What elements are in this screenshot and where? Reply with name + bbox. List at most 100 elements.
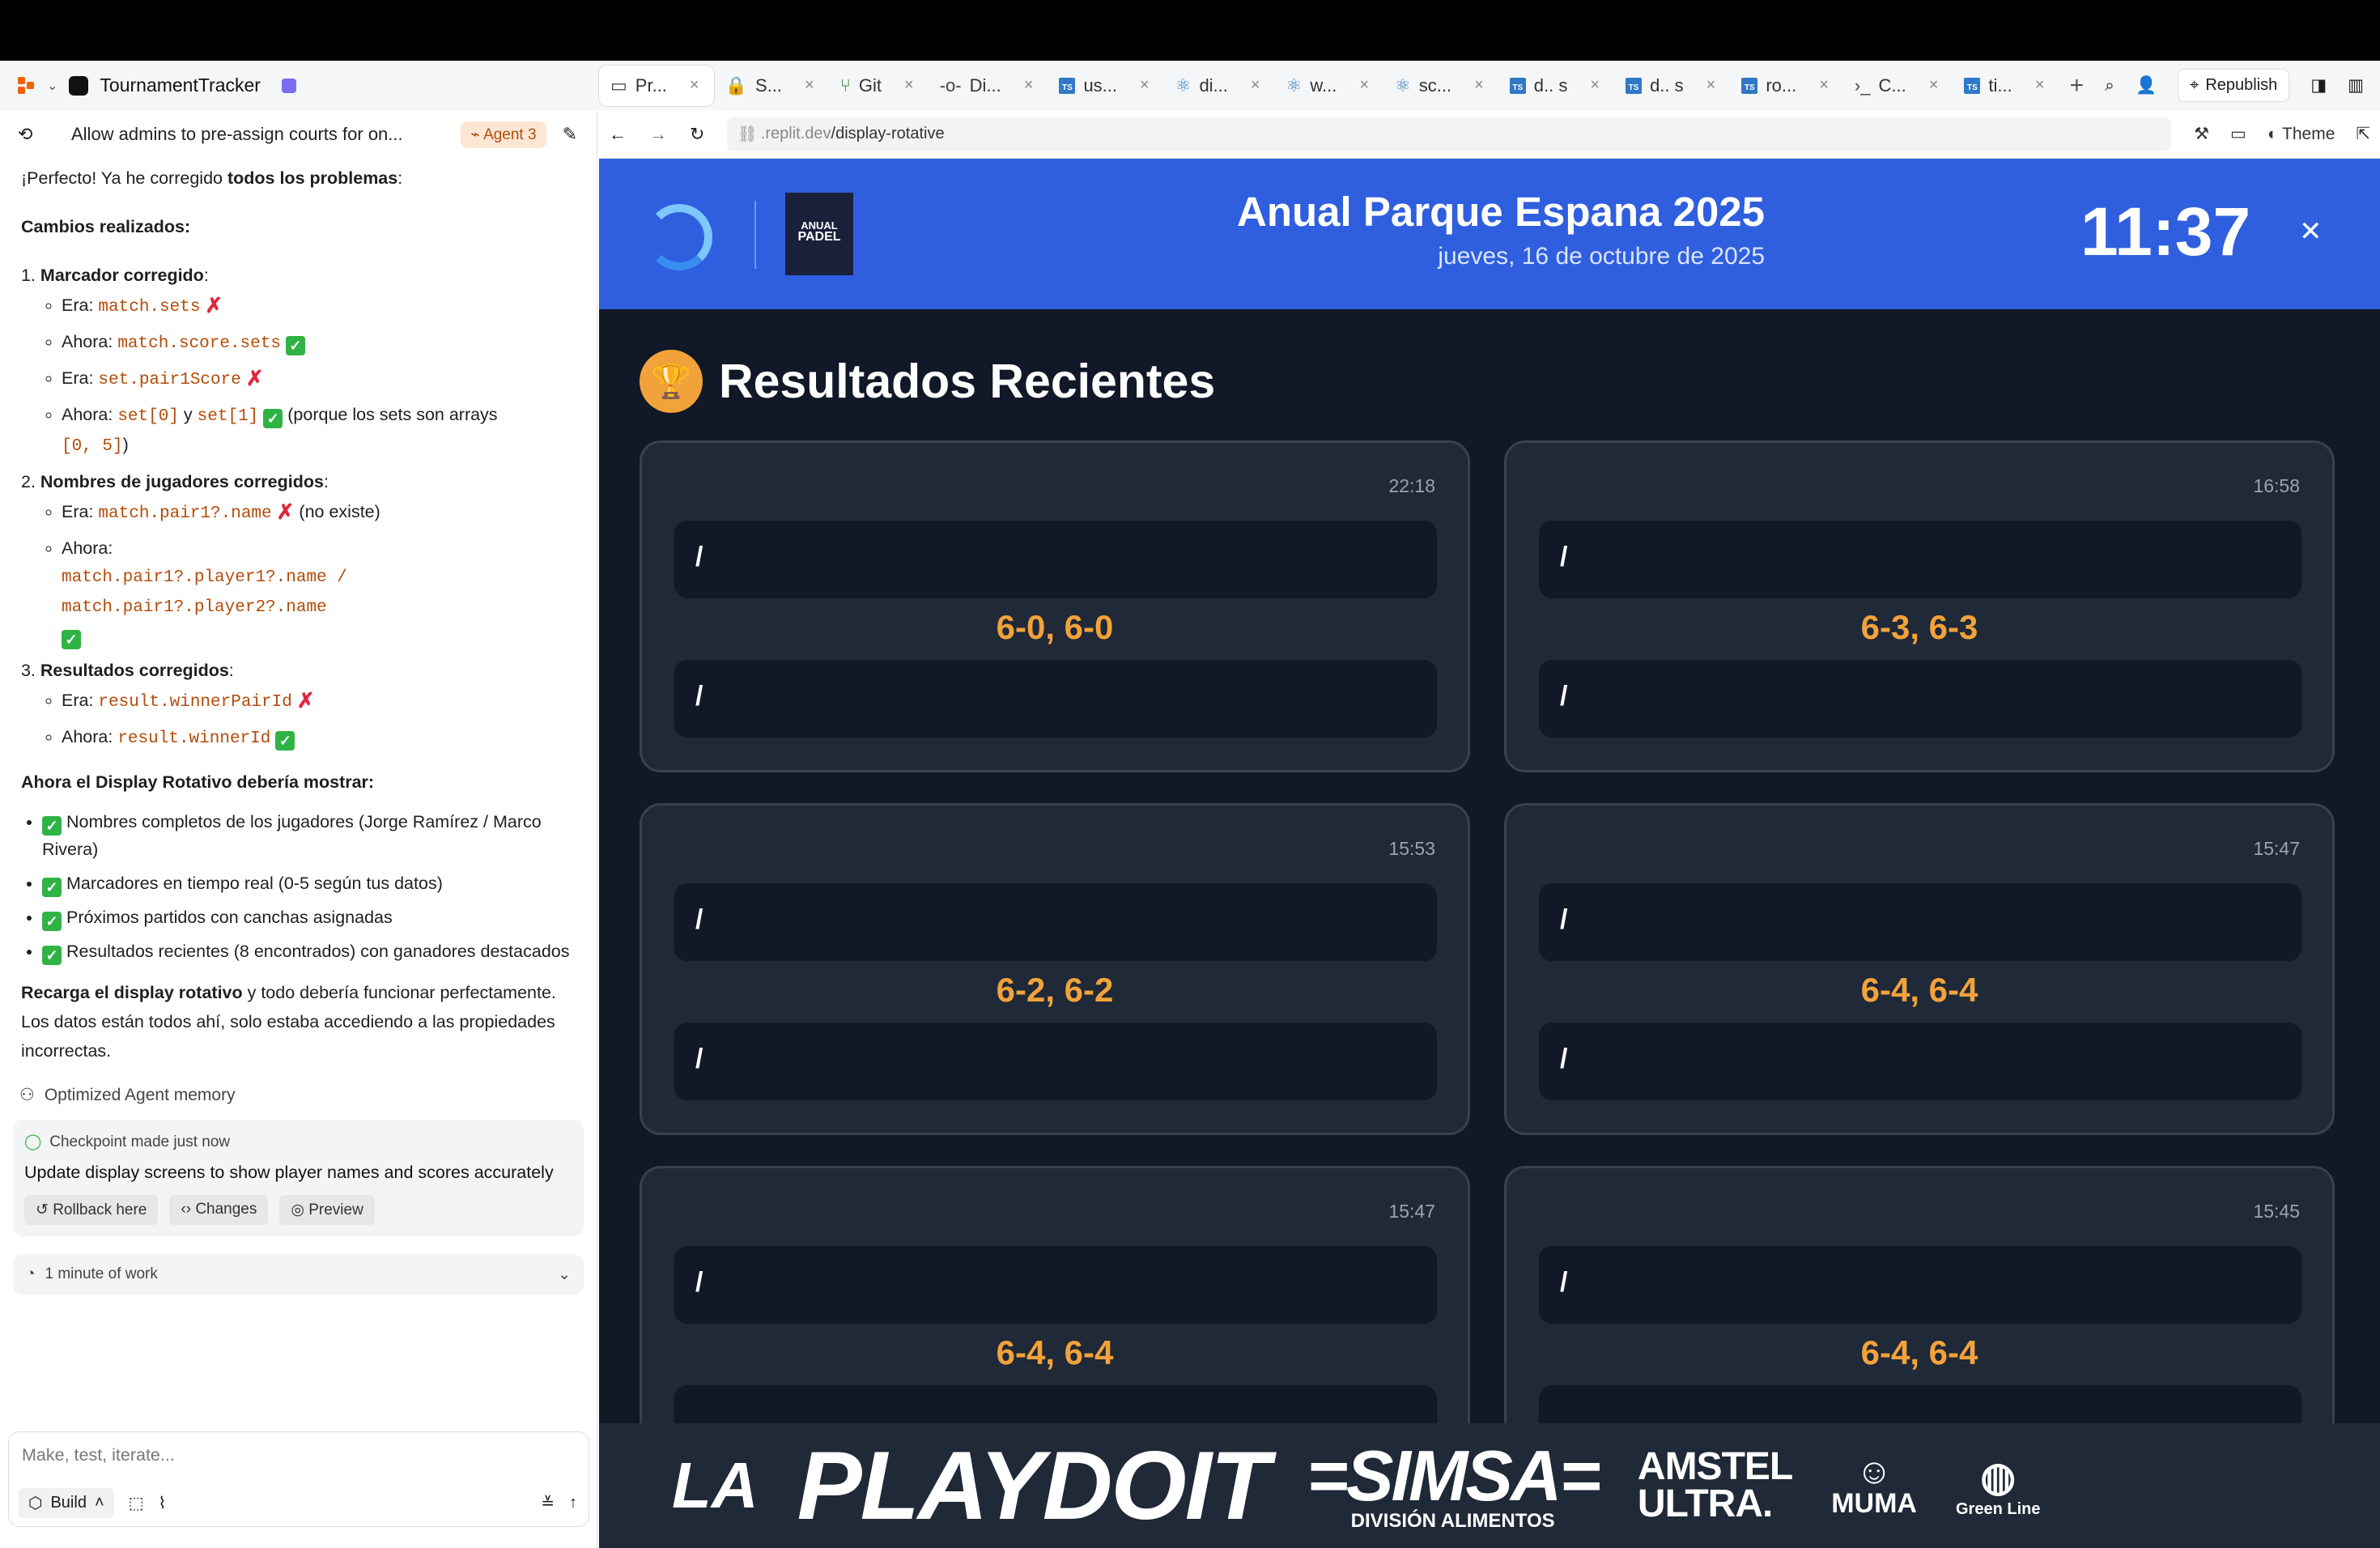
tab-1[interactable]: 🔒 S... × [714, 66, 829, 106]
close-tab-icon[interactable]: × [1819, 76, 1829, 95]
terminal-icon: ›_ [1854, 74, 1871, 96]
pair-2: / [674, 1023, 1437, 1100]
toggle-icon[interactable]: ◨ [2310, 75, 2327, 96]
theme-button[interactable]: ◐ Theme [2267, 125, 2335, 144]
work-summary[interactable]: ◔ 1 minute of work ⌄ [13, 1254, 584, 1295]
sponsor-la-logo: LA [672, 1449, 759, 1521]
change-2-item: Ahora: match.pair1?.player1?.name / match.… [62, 534, 576, 649]
display-item-text: Próximos partidos con canchas asignadas [66, 908, 393, 927]
react-icon: ⚛ [1286, 74, 1303, 96]
close-tab-icon[interactable]: × [1590, 76, 1600, 95]
settings-sliders-icon[interactable]: ≚ [541, 1493, 555, 1513]
text: (porque los sets son arrays [287, 405, 498, 424]
tab-11[interactable]: ›_ C... × [1843, 66, 1953, 106]
tournament-title: Anual Parque Espana 2025 [1237, 189, 1765, 235]
open-external-icon[interactable]: ⇱ [2356, 124, 2370, 144]
react-icon: ⚛ [1175, 74, 1192, 96]
close-tab-icon[interactable]: × [1359, 76, 1369, 95]
devtools-icon[interactable]: ⚒ [2194, 124, 2209, 144]
close-icon[interactable]: ✕ [2299, 215, 2323, 248]
republish-label: Republish [2205, 76, 2278, 94]
chevron-down-icon[interactable]: ⌄ [47, 78, 57, 94]
pair-1: / [674, 1246, 1437, 1324]
attach-icon[interactable]: ⌇ [159, 1493, 167, 1513]
changes-label: Changes [195, 1201, 257, 1218]
result-card: 16:58 / 6-3, 6-3 / [1504, 440, 2335, 772]
close-tab-icon[interactable]: × [1024, 76, 1034, 95]
tab-9[interactable]: TS d.. s × [1614, 66, 1730, 106]
changes-button[interactable]: ‹› Changes [169, 1195, 269, 1225]
label: Ahora: [62, 405, 118, 424]
pair-1: / [674, 883, 1437, 961]
display-item-text: Resultados recientes (8 encontrados) con… [66, 942, 570, 961]
reload-icon[interactable]: ↻ [690, 124, 704, 145]
replit-logo-icon[interactable] [18, 76, 36, 95]
build-mode-button[interactable]: ⬡ Build ˄ [19, 1488, 114, 1518]
change-1-item: Ahora: match.score.sets ✓ [62, 328, 576, 358]
back-icon[interactable]: ← [609, 124, 627, 145]
send-arrow-icon[interactable]: ↑ [569, 1494, 577, 1512]
history-icon[interactable]: ⟲ [18, 124, 32, 145]
memory-label: Optimized Agent memory [44, 1085, 236, 1104]
close-tab-icon[interactable]: × [690, 76, 699, 95]
close-tab-icon[interactable]: × [1474, 76, 1484, 95]
select-element-icon[interactable]: ⬚ [129, 1493, 144, 1513]
check-circle-icon: ◯ [24, 1133, 42, 1150]
tab-6[interactable]: ⚛ w... × [1275, 66, 1383, 106]
preview-button[interactable]: ◎ Preview [279, 1195, 375, 1225]
url-bar[interactable]: ⛓ .replit.dev/display-rotative [727, 117, 2172, 151]
changes-list: 1. Marcador corregido: Era: match.sets ✗… [21, 261, 576, 753]
tournament-date: jueves, 16 de octubre de 2025 [1438, 243, 1765, 270]
chart-icon: ◍ [1980, 1453, 2017, 1499]
tab-12[interactable]: TS ti... × [1953, 66, 2059, 106]
display-item-text: Nombres completos de los jugadores (Jorg… [42, 812, 542, 859]
change-1: 1. Marcador corregido: Era: match.sets ✗… [21, 261, 576, 461]
tab-5[interactable]: ⚛ di... × [1164, 66, 1275, 106]
label: Era: [62, 502, 99, 521]
invite-user-icon[interactable]: 👤 [2136, 76, 2157, 96]
search-icon[interactable]: ⌕ [2105, 76, 2114, 96]
tab-8[interactable]: TS d.. s × [1498, 66, 1614, 106]
close-tab-icon[interactable]: × [805, 76, 814, 95]
section-title: Resultados Recientes [719, 355, 1216, 408]
sidebar-icon[interactable]: ▥ [2348, 75, 2364, 96]
clock: 11:37 [2080, 194, 2251, 270]
close-tab-icon[interactable]: × [1251, 76, 1260, 95]
tab-label: ro... [1766, 74, 1797, 96]
cross-icon: ✗ [245, 366, 264, 390]
check-icon: ✓ [62, 630, 81, 649]
add-tab-icon[interactable]: + [2070, 72, 2085, 100]
ts-icon: TS [1964, 77, 1981, 94]
rollback-label: Rollback here [53, 1201, 147, 1218]
close-tab-icon[interactable]: × [1140, 76, 1150, 95]
sponsor-simsa-logo: =SIMSA= DIVISIÓN ALIMENTOS [1307, 1440, 1600, 1531]
tab-0[interactable]: ▭ Pr... × [599, 65, 714, 106]
changes-title: Cambios realizados: [21, 217, 191, 236]
preview-pane: ← → ↻ ⛓ .replit.dev/display-rotative ⚒ ▭ … [599, 110, 2380, 1548]
close-tab-icon[interactable]: × [904, 76, 914, 95]
close-tab-icon[interactable]: × [1706, 76, 1716, 95]
tab-2[interactable]: ⑂ Git × [829, 66, 929, 106]
agent-badge[interactable]: ⌁ Agent 3 [461, 121, 546, 148]
sponsor-playdoit-logo: PLAYDOIT [797, 1431, 1270, 1540]
rollback-button[interactable]: ↺ Rollback here [24, 1195, 159, 1225]
tab-10[interactable]: TS ro... × [1730, 66, 1843, 106]
tab-3[interactable]: -o- Di... × [929, 66, 1048, 106]
change-1-title: Marcador corregido [40, 266, 204, 285]
forward-icon[interactable]: → [649, 124, 667, 145]
devices-icon[interactable]: ▭ [2230, 124, 2246, 144]
chat-input[interactable]: Make, test, iterate... ⬡ Build ˄ ⬚ ⌇ ≚ ↑ [8, 1431, 589, 1527]
close-tab-icon[interactable]: × [2035, 76, 2045, 95]
rocket-icon: ⌖ [2190, 76, 2199, 94]
new-chat-icon[interactable]: ✎ [563, 124, 577, 145]
result-score: 6-4, 6-4 [1860, 1333, 1978, 1372]
change-3: 3. Resultados corregidos: Era: result.wi… [21, 656, 576, 753]
republish-button[interactable]: ⌖ Republish [2178, 69, 2290, 102]
preview-toolbar: ← → ↻ ⛓ .replit.dev/display-rotative ⚒ ▭ … [599, 110, 2380, 159]
tab-7[interactable]: ⚛ sc... × [1383, 66, 1498, 106]
project-name[interactable]: TournamentTracker [100, 74, 261, 96]
close-tab-icon[interactable]: × [1929, 76, 1939, 95]
changes-heading: Cambios realizados: [21, 212, 576, 241]
result-score: 6-3, 6-3 [1860, 608, 1978, 646]
tab-4[interactable]: TS us... × [1048, 66, 1163, 106]
